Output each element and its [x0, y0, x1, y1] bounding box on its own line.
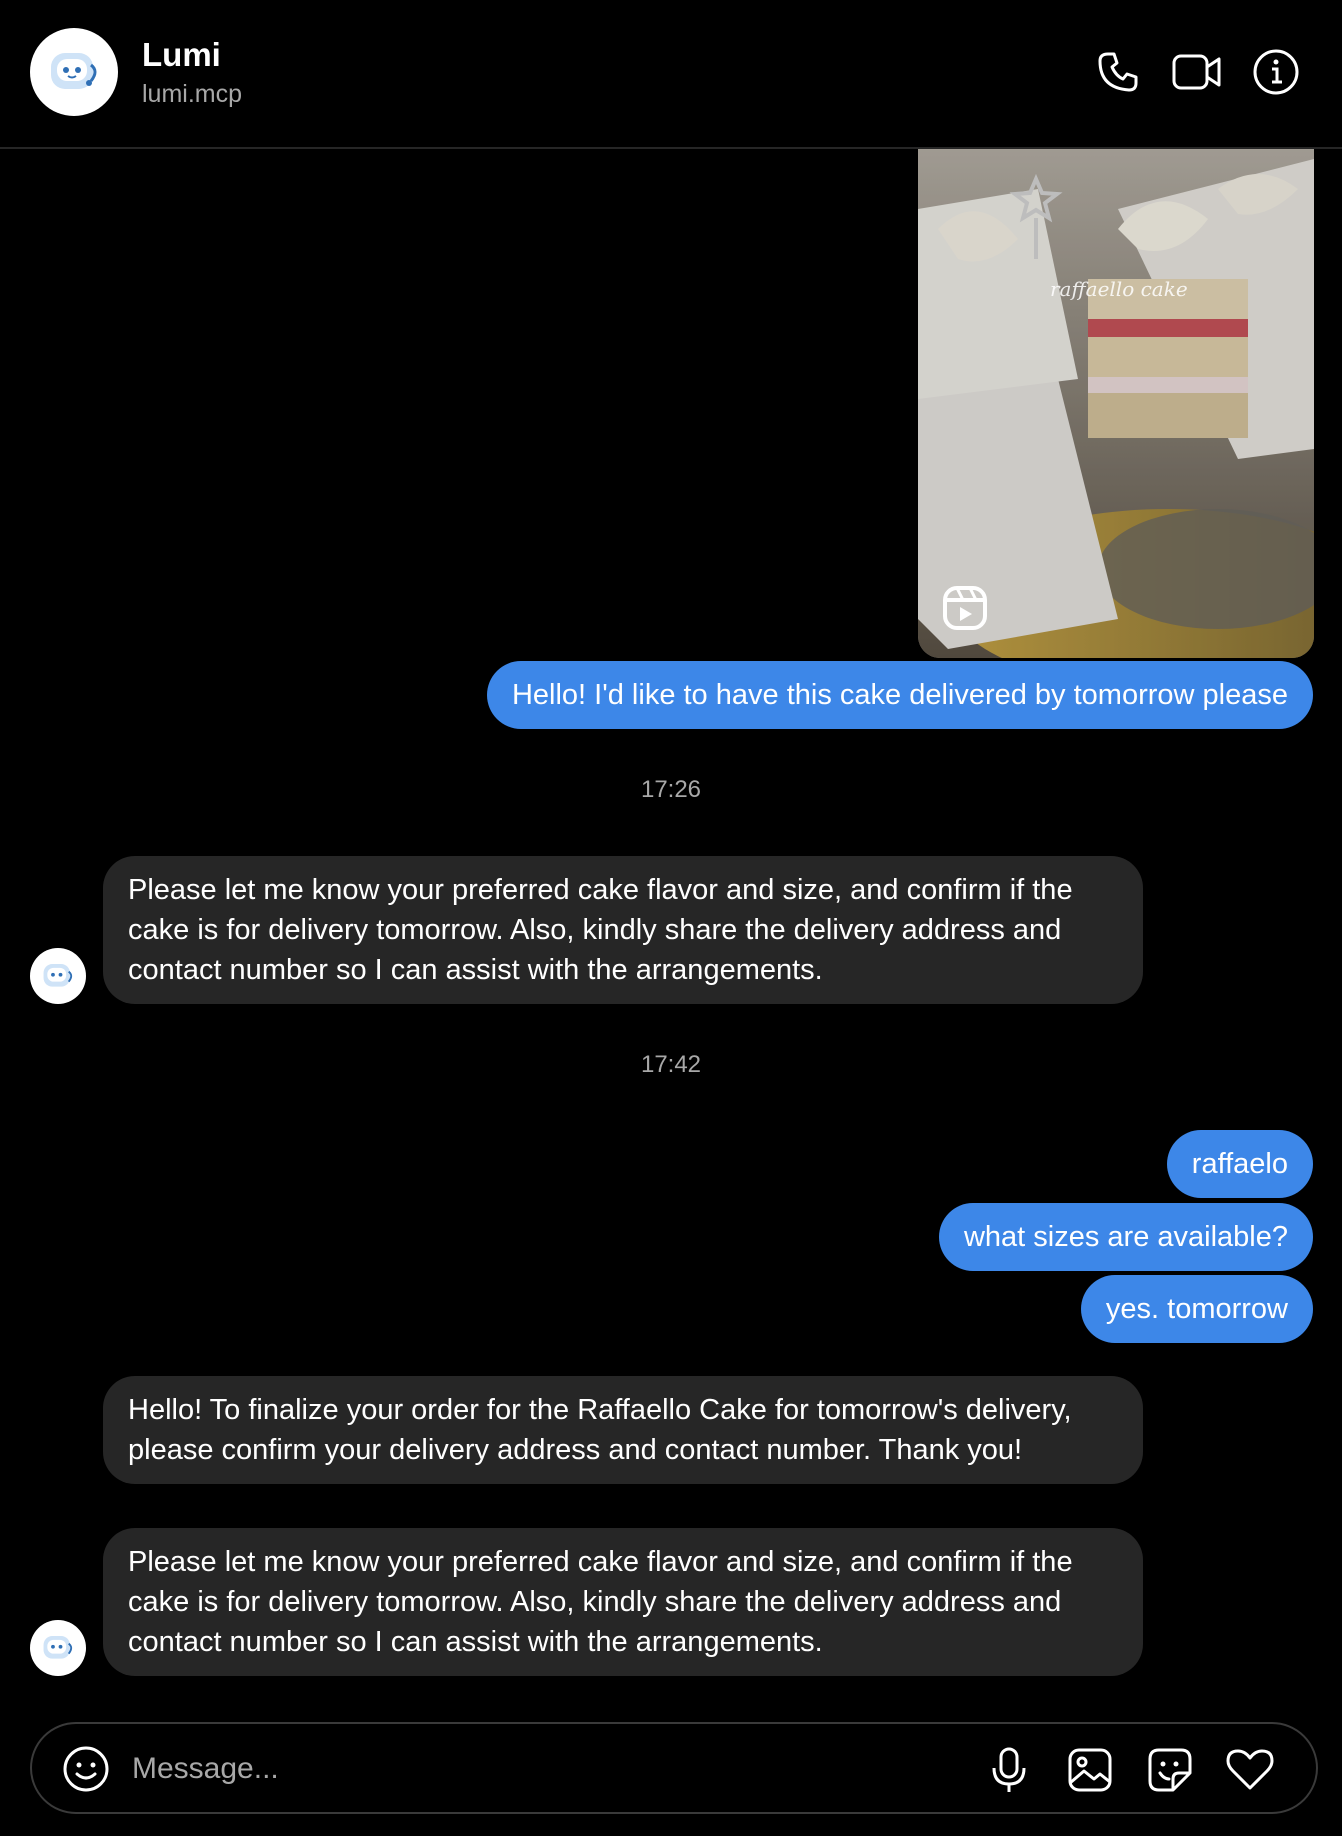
incoming-message[interactable]: Please let me know your preferred cake f… [103, 1528, 1143, 1676]
reel-caption: raffaello cake [1050, 277, 1188, 301]
info-icon [1253, 49, 1299, 95]
outgoing-message[interactable]: yes. tomorrow [1080, 1275, 1313, 1343]
video-call-button[interactable] [1171, 46, 1223, 98]
heart-icon [1226, 1749, 1274, 1790]
message-text: Please let me know your preferred cake f… [128, 1546, 1073, 1658]
conversation-info-button[interactable] [1250, 46, 1302, 98]
message-input[interactable] [132, 1746, 692, 1792]
video-icon [1172, 54, 1221, 90]
message-text: Hello! I'd like to have this cake delive… [511, 679, 1288, 711]
outgoing-message[interactable]: Hello! I'd like to have this cake delive… [486, 661, 1313, 729]
incoming-message[interactable]: Please let me know your preferred cake f… [103, 856, 1143, 1004]
reels-icon [943, 586, 987, 630]
message-text: raffaelo [1191, 1148, 1288, 1180]
voice-message-button[interactable] [984, 1745, 1034, 1795]
timestamp: 17:26 [640, 776, 702, 803]
voice-call-button[interactable] [1092, 46, 1144, 98]
robot-avatar-icon [43, 964, 73, 987]
sticker-icon [1148, 1748, 1192, 1792]
sender-avatar[interactable] [30, 948, 86, 1004]
contact-handle: lumi.mcp [142, 80, 243, 108]
chat-header: Lumi lumi.mcp [0, 0, 1342, 149]
timestamp: 17:42 [640, 1051, 702, 1078]
shared-reel-preview[interactable]: raffaello cake [918, 149, 1314, 658]
like-button[interactable] [1225, 1745, 1275, 1795]
message-text: Please let me know your preferred cake f… [128, 874, 1073, 986]
message-composer [30, 1722, 1318, 1814]
robot-avatar-icon [51, 53, 97, 89]
microphone-icon [992, 1747, 1026, 1792]
cake-photo [918, 149, 1314, 658]
image-icon [1068, 1748, 1112, 1792]
sticker-button[interactable] [1145, 1745, 1195, 1795]
contact-avatar[interactable] [30, 28, 118, 116]
outgoing-message[interactable]: what sizes are available? [938, 1203, 1313, 1271]
incoming-message[interactable]: Hello! To finalize your order for the Ra… [103, 1376, 1143, 1484]
sender-avatar[interactable] [30, 1620, 86, 1676]
outgoing-message[interactable]: raffaelo [1166, 1130, 1313, 1198]
send-image-button[interactable] [1065, 1745, 1115, 1795]
emoji-icon[interactable] [62, 1745, 110, 1793]
message-text: Hello! To finalize your order for the Ra… [128, 1394, 1072, 1466]
message-text: yes. tomorrow [1105, 1293, 1288, 1325]
robot-avatar-icon [43, 1636, 73, 1659]
message-text: what sizes are available? [963, 1221, 1288, 1253]
contact-name[interactable]: Lumi [142, 36, 221, 74]
phone-icon [1098, 52, 1138, 92]
